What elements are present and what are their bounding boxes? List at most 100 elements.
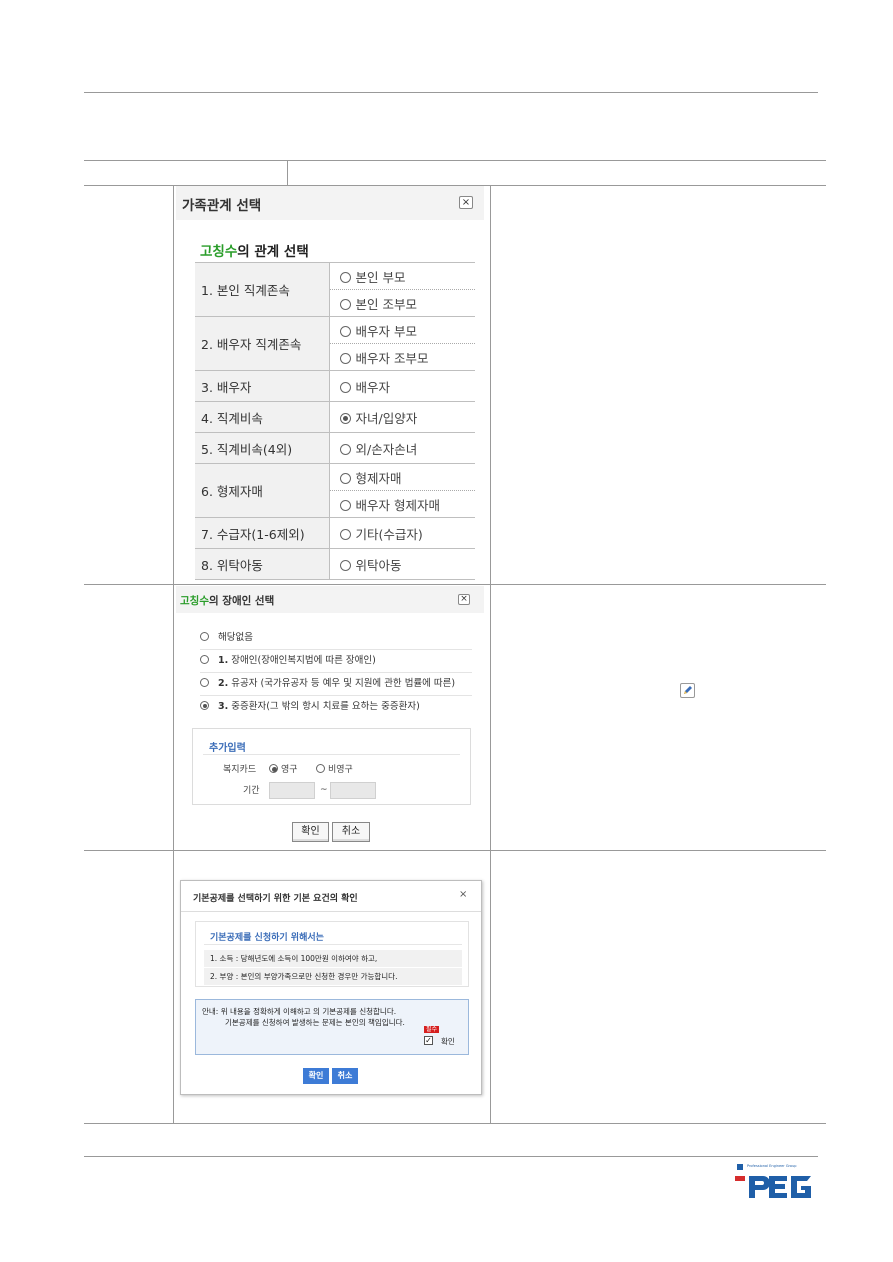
- table-row-divider-1: [84, 584, 826, 585]
- radio-icon[interactable]: [339, 298, 351, 310]
- radio-icon[interactable]: [339, 443, 351, 455]
- table-col-right: [490, 185, 491, 1123]
- extra-input-box: 추가입력 복지카드 영구 비영구 기간 ~: [192, 728, 471, 805]
- relationship-dialog-header: 가족관계 선택 ×: [176, 186, 484, 220]
- divider: [204, 944, 462, 945]
- table-col-left: [173, 185, 174, 1123]
- option-cell[interactable]: 배우자 부모: [329, 316, 475, 344]
- required-badge: 필수: [424, 1026, 440, 1033]
- radio-icon[interactable]: [339, 499, 351, 511]
- row-label: 8. 위탁아동: [195, 548, 330, 580]
- option-disabled[interactable]: 1. 장애인(장애인복지법에 따른 장애인): [200, 650, 472, 673]
- requirement-title: 기본공제를 신청하기 위해서는: [210, 933, 324, 943]
- table-bottom: [84, 1123, 826, 1124]
- period-sep: ~: [320, 785, 328, 795]
- table-row: 8. 위탁아동 위탁아동: [195, 548, 475, 580]
- basic-deduction-dialog: 기본공제를 선택하기 위한 기본 요건의 확인 × 기본공제를 신청하기 위해서…: [180, 880, 482, 1095]
- radio-icon[interactable]: [339, 528, 351, 540]
- check-label: 확인: [441, 1037, 455, 1046]
- guide-box: 안내: 위 내용을 정확하게 이해하고 의 기본공제를 신청합니다. 기본공제를…: [195, 999, 469, 1055]
- radio-icon[interactable]: [339, 325, 351, 337]
- radio-selected-icon[interactable]: [269, 764, 278, 773]
- radio-icon[interactable]: [200, 655, 209, 664]
- radio-icon[interactable]: [200, 632, 209, 641]
- period-label: 기간: [243, 786, 260, 796]
- close-icon[interactable]: ×: [459, 889, 467, 900]
- header-rule: [84, 92, 818, 93]
- close-icon[interactable]: ×: [458, 594, 470, 605]
- table-row-divider-2: [84, 850, 826, 851]
- guide-text-2: 기본공제를 신청하여 발생하는 문제는 본인의 책임입니다.: [225, 1018, 405, 1027]
- option-cell[interactable]: 형제자매: [329, 463, 475, 491]
- footer-rule: [84, 1156, 818, 1157]
- table-row: 6. 형제자매 형제자매: [195, 463, 475, 518]
- radio-icon[interactable]: [339, 559, 351, 571]
- radio-icon[interactable]: [316, 764, 325, 773]
- welfare-card-label: 복지카드: [223, 765, 257, 775]
- row-label: 6. 형제자매: [195, 463, 330, 518]
- option-cell[interactable]: 위탁아동: [329, 548, 475, 580]
- relationship-subtitle: 고칭수의 관계 선택: [200, 244, 309, 260]
- option-cell[interactable]: 외/손자손녀: [329, 432, 475, 464]
- disability-dialog-header: 고칭수의 장애인 선택 ×: [176, 586, 484, 613]
- table-row: 5. 직계비속(4외) 외/손자손녀: [195, 432, 475, 464]
- radio-icon[interactable]: [339, 271, 351, 283]
- table-header-top: [84, 160, 826, 161]
- confirm-button[interactable]: 확인: [292, 822, 329, 842]
- radio-icon[interactable]: [339, 472, 351, 484]
- relationship-dialog: 가족관계 선택 × 고칭수의 관계 선택 1. 본인 직계존속 본인 부모 본인…: [176, 186, 484, 582]
- close-icon[interactable]: ×: [459, 196, 473, 209]
- option-cell[interactable]: 본인 조부모: [329, 289, 475, 317]
- divider: [203, 754, 460, 755]
- row-label: 5. 직계비속(4외): [195, 432, 330, 464]
- row-label: 4. 직계비속: [195, 401, 330, 433]
- option-serious[interactable]: 3. 중증환자(그 밖의 항시 치료를 요하는 중증환자): [200, 696, 472, 719]
- requirement-line: 2. 부양 : 본인의 부양가족으로만 신청한 경우만 가능합니다.: [204, 968, 462, 985]
- table-row: 7. 수급자(1-6제외) 기타(수급자): [195, 517, 475, 549]
- relationship-table: 1. 본인 직계존속 본인 부모 본인 조부모 2. 배우자 직계존속 배우자 …: [195, 262, 475, 580]
- period-start-input[interactable]: [269, 782, 315, 799]
- divider: [181, 911, 481, 912]
- welfare-card-temporary[interactable]: 비영구: [316, 762, 353, 775]
- option-cell[interactable]: 배우자 형제자매: [329, 490, 475, 518]
- option-cell[interactable]: 자녀/입양자: [329, 401, 475, 433]
- row-label: 1. 본인 직계존속: [195, 262, 330, 317]
- option-cell[interactable]: 기타(수급자): [329, 517, 475, 549]
- checkbox-checked-icon[interactable]: ✓: [424, 1036, 433, 1045]
- disability-dialog-title: 고칭수의 장애인 선택: [180, 595, 275, 607]
- row-label: 2. 배우자 직계존속: [195, 316, 330, 371]
- period-end-input[interactable]: [330, 782, 376, 799]
- option-none[interactable]: 해당없음: [200, 627, 472, 650]
- table-row: 4. 직계비속 자녀/입양자: [195, 401, 475, 433]
- peg-logo: Professional Engineer Group: [735, 1162, 817, 1202]
- person-name: 고칭수: [200, 244, 238, 260]
- radio-selected-icon[interactable]: [339, 412, 351, 424]
- table-row: 2. 배우자 직계존속 배우자 부모: [195, 316, 475, 371]
- extra-input-title: 추가입력: [209, 743, 246, 754]
- option-cell[interactable]: 배우자 조부모: [329, 343, 475, 371]
- option-merit[interactable]: 2. 유공자 (국가유공자 등 예우 및 지원에 관한 법률에 따른): [200, 673, 472, 696]
- radio-icon[interactable]: [339, 352, 351, 364]
- row-label: 7. 수급자(1-6제외): [195, 517, 330, 549]
- cancel-button[interactable]: 취소: [332, 1068, 358, 1084]
- radio-icon[interactable]: [200, 678, 209, 687]
- requirement-box: 기본공제를 신청하기 위해서는 1. 소득 : 당해년도에 소득이 100만원 …: [195, 921, 469, 987]
- table-row: 3. 배우자 배우자: [195, 370, 475, 402]
- radio-icon[interactable]: [339, 381, 351, 393]
- welfare-card-permanent[interactable]: 영구: [269, 762, 298, 775]
- radio-selected-icon[interactable]: [200, 701, 209, 710]
- disability-dialog: 고칭수의 장애인 선택 × 해당없음 1. 장애인(장애인복지법에 따른 장애인…: [176, 586, 484, 848]
- cancel-button[interactable]: 취소: [332, 822, 370, 842]
- option-cell[interactable]: 본인 부모: [329, 262, 475, 290]
- edit-icon[interactable]: [680, 683, 695, 698]
- logo-tagline: Professional Engineer Group: [747, 1164, 797, 1168]
- relationship-dialog-title: 가족관계 선택: [182, 198, 262, 214]
- basic-dialog-title: 기본공제를 선택하기 위한 기본 요건의 확인: [193, 894, 358, 904]
- guide-text-1: 안내: 위 내용을 정확하게 이해하고 의 기본공제를 신청합니다.: [202, 1007, 397, 1016]
- table-header-divider: [287, 160, 288, 185]
- table-row: 1. 본인 직계존속 본인 부모: [195, 262, 475, 317]
- row-label: 3. 배우자: [195, 370, 330, 402]
- requirement-line: 1. 소득 : 당해년도에 소득이 100만원 이하여야 하고,: [204, 950, 462, 967]
- option-cell[interactable]: 배우자: [329, 370, 475, 402]
- confirm-button[interactable]: 확인: [303, 1068, 329, 1084]
